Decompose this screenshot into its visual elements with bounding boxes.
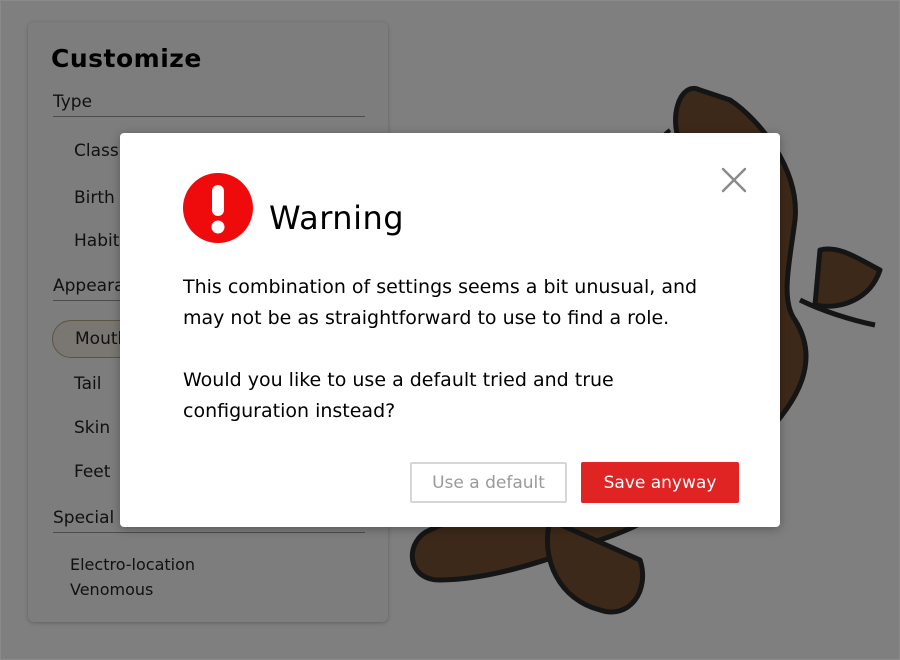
warning-dialog: Warning This combination of settings see… (120, 133, 780, 527)
dialog-message-paragraph-2: Would you like to use a default tried an… (183, 369, 614, 422)
save-anyway-button[interactable]: Save anyway (581, 462, 739, 503)
close-icon[interactable] (720, 166, 748, 194)
use-default-button[interactable]: Use a default (410, 462, 567, 503)
dialog-message: This combination of settings seems a bit… (183, 272, 743, 427)
dialog-title: Warning (269, 199, 405, 237)
dialog-message-paragraph-1: This combination of settings seems a bit… (183, 276, 698, 329)
exclamation-circle-icon (183, 173, 253, 243)
